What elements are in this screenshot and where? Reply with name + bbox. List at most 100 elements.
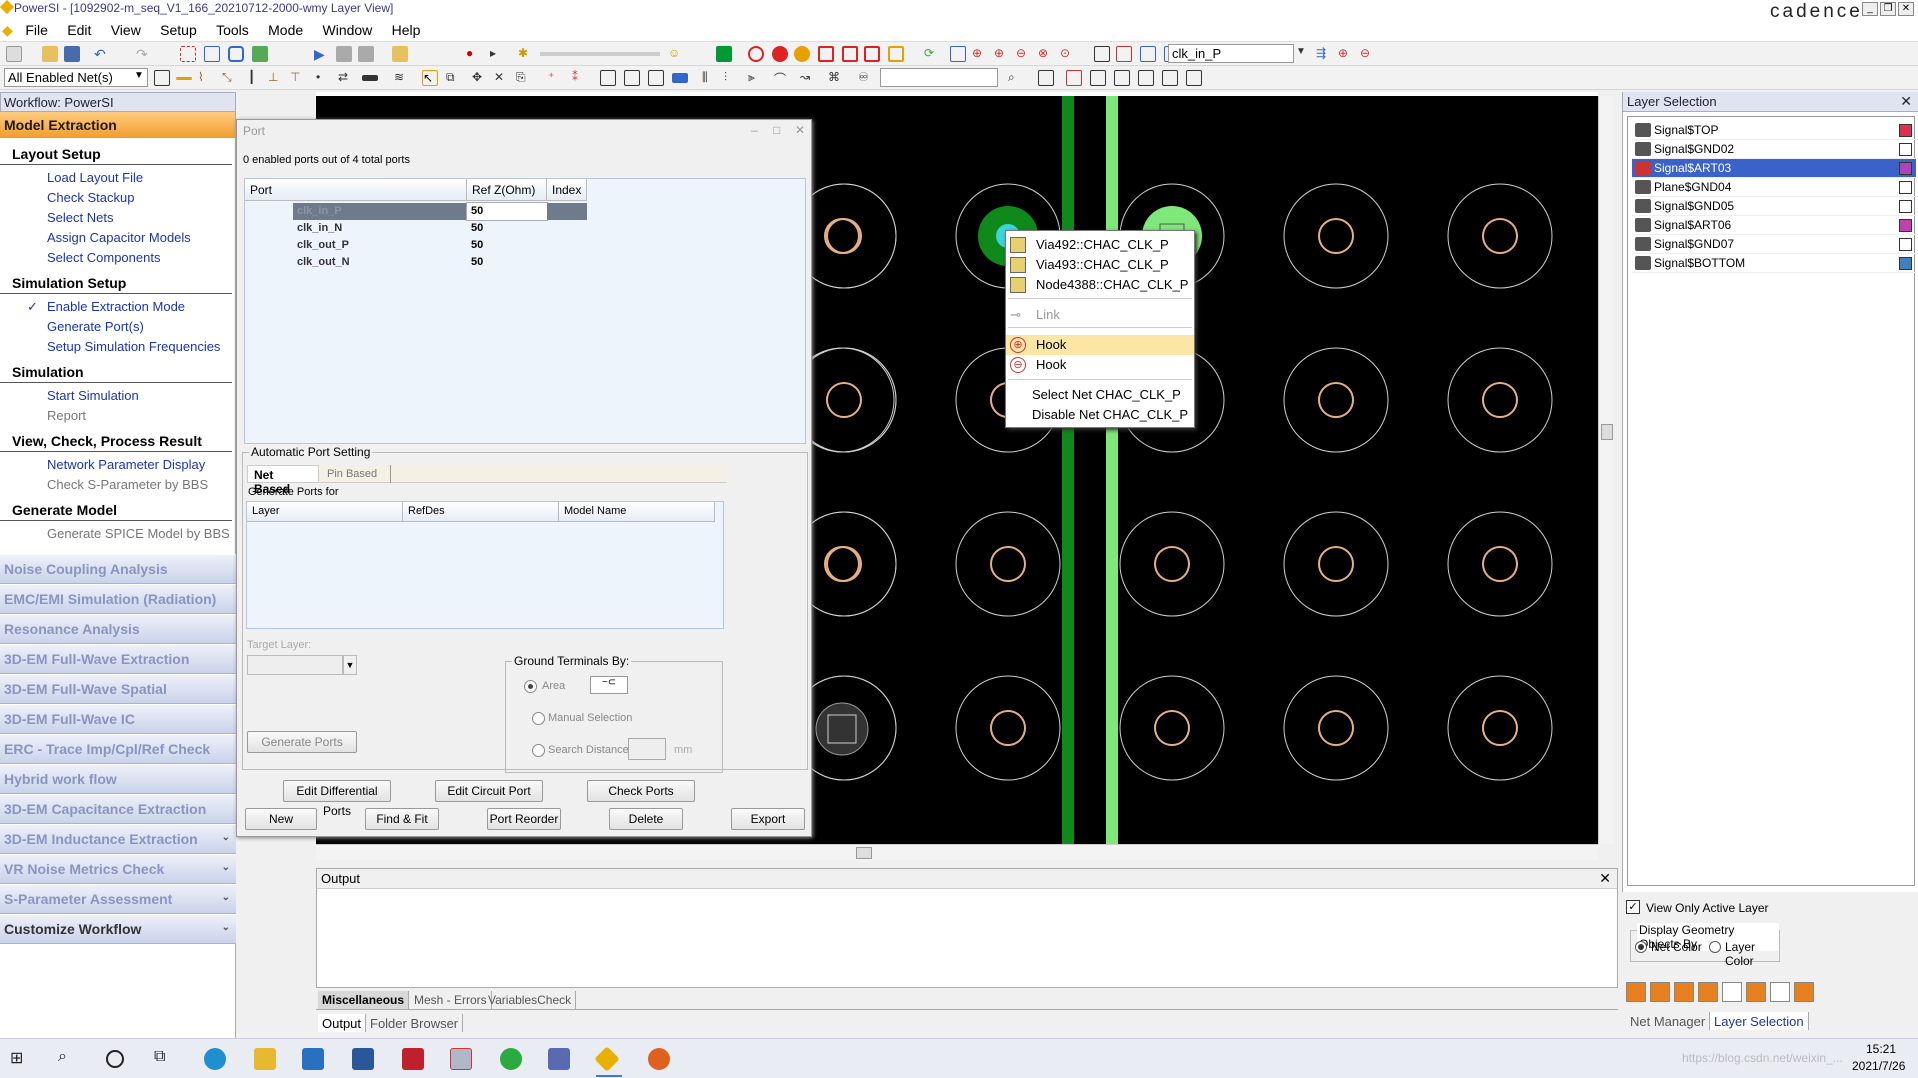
layer-row[interactable]: Signal$BOTTOM (1632, 254, 1916, 273)
slider-track[interactable] (540, 52, 660, 56)
list-icon[interactable] (672, 73, 688, 83)
via-tool-icon[interactable] (1746, 982, 1766, 1002)
via-pad[interactable] (1318, 546, 1354, 582)
play-icon[interactable]: ▶ (314, 46, 330, 62)
area-radio[interactable] (524, 680, 537, 693)
workflow-category[interactable]: 3D-EM Capacitance Extraction (0, 794, 236, 824)
eye-icon[interactable] (1635, 123, 1651, 137)
pause-icon[interactable] (358, 46, 374, 62)
pointer-icon[interactable]: ↖ (422, 70, 438, 86)
layer-row[interactable]: Signal$GND05 (1632, 197, 1916, 216)
via-antipad[interactable] (1447, 347, 1553, 453)
horizontal-scroll-thumb[interactable] (856, 847, 872, 859)
net-color-radio[interactable] (1635, 941, 1647, 953)
eye-icon[interactable] (1635, 142, 1651, 156)
tab-pin-based[interactable]: Pin Based (321, 465, 391, 483)
pin2-icon[interactable]: ⫶ (724, 70, 740, 86)
menu-help[interactable]: Help (384, 18, 429, 42)
binoculars-icon[interactable]: ♾ (858, 70, 874, 86)
workflow-item[interactable]: Select Nets (0, 207, 235, 227)
port-name-cell[interactable]: clk_in_N (293, 220, 467, 237)
dialog-minimize-icon[interactable]: – (751, 123, 758, 137)
layer-icon[interactable] (252, 46, 268, 62)
workflow-category[interactable]: EMC/EMI Simulation (Radiation) (0, 584, 236, 614)
find-fit-button[interactable]: Find & Fit (365, 808, 439, 830)
tab-net-based[interactable]: Net Based (247, 465, 319, 496)
refresh-icon[interactable]: ⟳ (924, 46, 940, 62)
align-icon[interactable]: ⊥ (268, 70, 284, 86)
chevron-down-icon[interactable]: ⌄ (222, 922, 230, 933)
search-icon[interactable]: ⌕ (58, 1048, 80, 1070)
chip-icon[interactable] (716, 46, 732, 62)
search-dropdown[interactable] (880, 68, 998, 87)
record-red-icon[interactable] (772, 46, 788, 62)
via-antipad[interactable] (955, 511, 1061, 617)
select-box-icon[interactable] (180, 46, 196, 62)
ctx-item-hook-remove[interactable]: ⊖ Hook (1006, 355, 1194, 375)
workflow-category[interactable]: 3D-EM Inductance Extraction ⌄ (0, 824, 236, 854)
target-icon[interactable] (794, 46, 810, 62)
gen-col-refdes[interactable]: RefDes (403, 502, 559, 522)
via-antipad[interactable] (955, 675, 1061, 781)
check-ports-button[interactable]: Check Ports (587, 780, 695, 802)
face-icon[interactable]: ☺ (668, 46, 684, 62)
rect-icon[interactable] (600, 70, 616, 86)
manual-selection-radio[interactable] (532, 712, 545, 725)
chip-red-icon[interactable] (864, 46, 880, 62)
port-name-cell[interactable]: clk_out_P (293, 237, 467, 254)
via-pad[interactable] (826, 382, 862, 418)
port-row[interactable]: clk_in_P 50 (245, 202, 805, 221)
layer-color-swatch[interactable] (1899, 200, 1912, 213)
eye-icon[interactable] (1635, 180, 1651, 194)
new-file-icon[interactable] (6, 46, 22, 62)
snip-icon[interactable] (648, 1048, 670, 1070)
col-port[interactable]: Port (245, 179, 467, 201)
via-antipad[interactable] (1283, 511, 1389, 617)
task-view-icon[interactable]: ⧉ (154, 1048, 176, 1070)
delete-icon[interactable]: ✕ (494, 70, 510, 86)
dialog-close-icon[interactable]: ✕ (795, 123, 805, 137)
frame-red-icon[interactable] (1116, 46, 1132, 62)
frame-icon[interactable] (1094, 46, 1110, 62)
arrow-right-icon[interactable]: ▸ (490, 46, 506, 62)
menu-setup[interactable]: Setup (152, 18, 205, 42)
layers-icon[interactable]: ⧉ (446, 70, 462, 86)
calc-icon[interactable] (1186, 70, 1202, 86)
c-icon[interactable] (818, 46, 834, 62)
via-pad[interactable] (1482, 546, 1518, 582)
search-distance-radio[interactable] (532, 744, 545, 757)
wechat-icon[interactable] (500, 1048, 522, 1070)
workflow-category[interactable]: Resonance Analysis (0, 614, 236, 644)
ctx-item-via493[interactable]: Via493::CHAC_CLK_P (1006, 255, 1194, 275)
layer-color-swatch[interactable] (1899, 238, 1912, 251)
arc-icon[interactable]: ⌒ (774, 70, 790, 86)
workflow-item[interactable]: Check Stackup (0, 187, 235, 207)
menu-edit[interactable]: Edit (59, 18, 99, 42)
layer-row[interactable]: Signal$GND02 (1632, 140, 1916, 159)
workflow-item[interactable]: Generate SPICE Model by BBS (0, 523, 235, 543)
undo-icon[interactable]: ↶ (94, 46, 110, 62)
ctx-item-hook-add[interactable]: ⊕ Hook (1006, 335, 1194, 355)
via-antipad[interactable] (1119, 675, 1225, 781)
component-pin[interactable] (815, 702, 869, 756)
workflow-item[interactable]: Assign Capacitor Models (0, 227, 235, 247)
via-pad[interactable] (826, 546, 862, 582)
ctx-item-select-net[interactable]: Select Net CHAC_CLK_P (1006, 385, 1194, 405)
redo-icon[interactable]: ↷ (136, 46, 152, 62)
refz-cell[interactable]: 50 (467, 254, 547, 271)
edit-differential-ports-button[interactable]: Edit Differential Ports (283, 780, 391, 818)
open-folder-icon[interactable] (42, 46, 58, 62)
via-pad[interactable] (1482, 710, 1518, 746)
port-row[interactable]: clk_out_P 50 (245, 237, 805, 254)
vertical-scroll-thumb[interactable] (1601, 424, 1613, 440)
box-icon[interactable] (888, 46, 904, 62)
trace-icon[interactable]: ⌇ (198, 70, 214, 86)
delete-button[interactable]: Delete (609, 808, 683, 830)
stop-sign-icon[interactable] (748, 46, 764, 62)
ctx-item-node4388[interactable]: Node4388::CHAC_CLK_P (1006, 275, 1194, 295)
tab-folder-browser[interactable]: Folder Browser (366, 1014, 464, 1032)
menu-app-icon[interactable]: ◆ (0, 18, 14, 43)
save-icon[interactable] (64, 46, 80, 62)
chevron-down-icon[interactable]: ▼ (134, 70, 150, 86)
tab-variables-check[interactable]: VariablesCheck (484, 991, 577, 1009)
